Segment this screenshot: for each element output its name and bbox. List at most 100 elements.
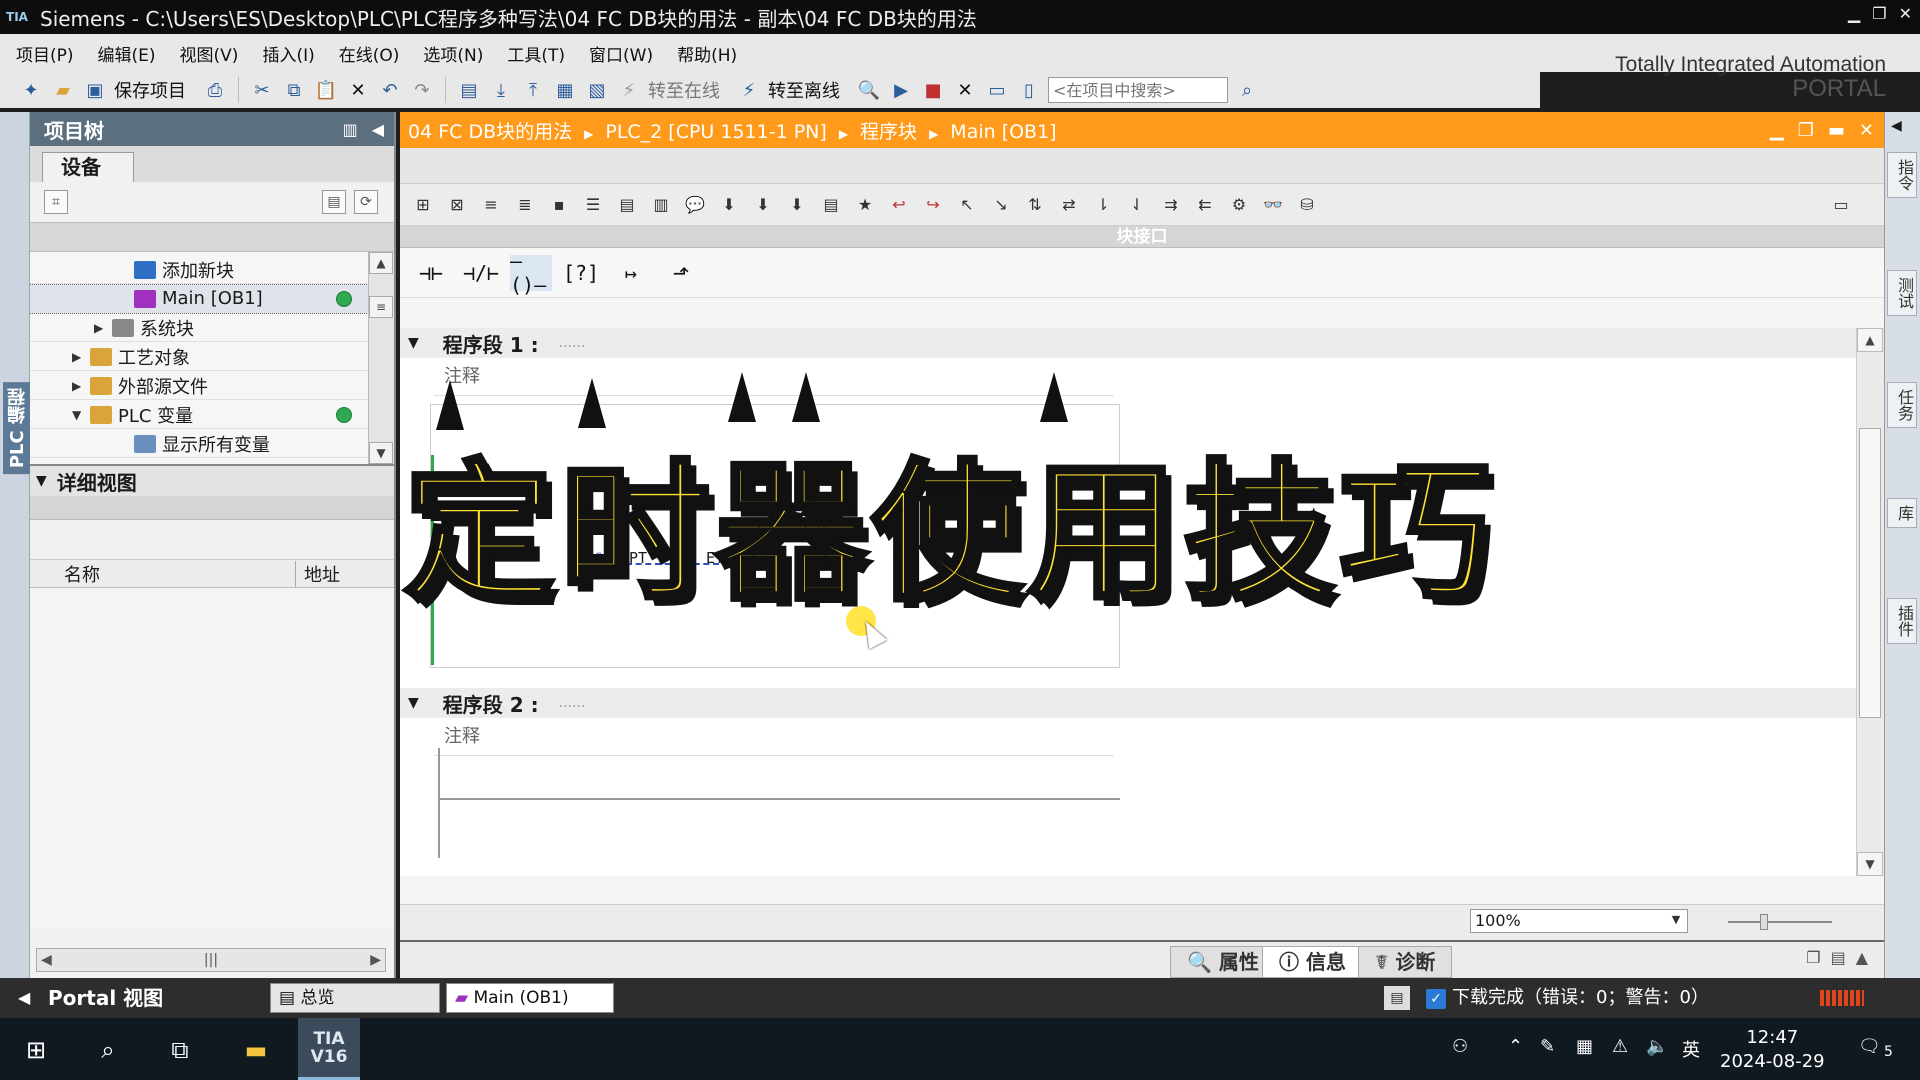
column-name[interactable]: 名称 (30, 560, 296, 587)
collapse-left-icon[interactable]: ◀ (372, 120, 384, 139)
restore-icon[interactable]: ❐ (1798, 120, 1814, 141)
breadcrumb-item[interactable]: 04 FC DB块的用法 (408, 121, 572, 143)
menu-item-1[interactable]: 编辑(E) (98, 41, 156, 66)
close-icon[interactable]: ✕ (1859, 120, 1874, 141)
show-instructions-icon[interactable]: ▤ (818, 192, 844, 218)
accessible-devices-icon[interactable]: 🔍 (856, 77, 882, 103)
tab-properties[interactable]: 🔍 属性 (1170, 946, 1276, 978)
delete-icon[interactable]: ✕ (345, 77, 371, 103)
task-card-tab-1[interactable]: 测试 (1887, 270, 1917, 316)
chevron-down-icon[interactable]: ▼ (36, 473, 47, 489)
refresh-tree-icon[interactable]: ⟳ (354, 190, 378, 214)
stop-cpu-icon[interactable]: ■ (920, 77, 946, 103)
download-icon[interactable]: ⤓ (488, 77, 514, 103)
task-card-tab-4[interactable]: 插件 (1887, 598, 1917, 644)
network-1-header[interactable]: ▼ 程序段 1 : ...... (400, 328, 1856, 358)
chevron-down-icon[interactable]: ▼ (408, 335, 419, 351)
zoom-slider[interactable] (1728, 914, 1832, 930)
absolute-operands-icon[interactable]: ▪ (546, 192, 572, 218)
scroll-down-icon[interactable]: ▼ (369, 442, 393, 464)
chevron-down-icon[interactable]: ▼ (1666, 910, 1686, 930)
monitor-on-off-icon[interactable]: ⇃ (1124, 192, 1150, 218)
chevron-down-icon[interactable]: ▼ (408, 695, 419, 711)
task-card-tab-0[interactable]: 指令 (1887, 152, 1917, 198)
cross-reference-icon[interactable]: ✕ (952, 77, 978, 103)
open-project-icon[interactable]: ▰ (50, 77, 76, 103)
wifi-warning-icon[interactable]: ⚠ (1612, 1036, 1628, 1057)
network-icon[interactable]: ▦ (1576, 1036, 1593, 1057)
tia-portal-taskbar-button[interactable]: TIA V16 (298, 1018, 360, 1080)
detail-hscrollbar[interactable]: ◀ ||| ▶ (36, 948, 386, 972)
network-2-header[interactable]: ▼ 程序段 2 : ...... (400, 688, 1856, 718)
start-cpu-icon[interactable]: ▶ (888, 77, 914, 103)
redo-icon[interactable]: ↷ (409, 77, 435, 103)
tree-scrollbar[interactable]: ▲ ≡ ▼ (368, 252, 394, 464)
tree-item[interactable]: 添加新块 (30, 256, 370, 284)
tree-item[interactable]: ▶ 外部源文件 (30, 372, 370, 400)
network-comments-icon[interactable]: 💬 (682, 192, 708, 218)
network-2-comment[interactable]: 注释 (434, 722, 1114, 756)
expand-arrow-icon[interactable]: ▶ (72, 350, 90, 364)
ime-indicator[interactable]: 英 (1682, 1036, 1700, 1062)
insert-network-icon[interactable]: ⊞ (410, 192, 436, 218)
collapse-right-icon[interactable]: ◀ (1891, 118, 1902, 134)
menu-item-2[interactable]: 视图(V) (180, 41, 239, 66)
close-icon[interactable]: ✕ (1899, 4, 1912, 23)
detail-view-header[interactable]: ▼ 详细视图 (30, 464, 394, 496)
system-clock[interactable]: 12:47 2024-08-29 (1720, 1026, 1825, 1074)
go-to-definition-icon[interactable]: ⇉ (1158, 192, 1184, 218)
close-all-networks-icon[interactable]: ▥ (648, 192, 674, 218)
open-branch-icon[interactable]: ↦ (610, 255, 652, 291)
open-all-networks-icon[interactable]: ▤ (614, 192, 640, 218)
breadcrumb-item[interactable]: 程序块 (860, 121, 917, 143)
network-2-rung[interactable] (440, 798, 1120, 800)
cut-icon[interactable]: ✂ (249, 77, 275, 103)
add-row-icon[interactable]: ≣ (512, 192, 538, 218)
networks-overview-icon[interactable]: ☰ (580, 192, 606, 218)
task-card-tab-2[interactable]: 任务 (1887, 382, 1917, 428)
chevron-up-icon[interactable]: ⌃ (1508, 1036, 1523, 1057)
plc-programming-tab[interactable]: PLC 编程 (3, 382, 33, 475)
go-offline-icon[interactable]: ⚡ (736, 77, 762, 103)
tree-item[interactable]: ▶ 工艺对象 (30, 343, 370, 371)
favorites-icon[interactable]: ⬇ (716, 192, 742, 218)
database-icon[interactable]: ⛁ (1294, 192, 1320, 218)
scroll-up-icon[interactable]: ▲ (369, 252, 393, 274)
download-status[interactable]: ✓ 下载完成（错误：0；警告：0） (1426, 978, 1709, 1018)
jump-icon[interactable]: ★ (852, 192, 878, 218)
new-project-icon[interactable]: ✦ (18, 77, 44, 103)
pen-icon[interactable]: ✎ (1540, 1036, 1555, 1057)
main-ob1-tab[interactable]: ▰ Main (OB1) (446, 983, 614, 1013)
open-branch-icon[interactable]: ⬇ (784, 192, 810, 218)
call-hierarchy-icon[interactable]: ⇇ (1192, 192, 1218, 218)
split-vertical-icon[interactable]: ▯ (1016, 77, 1042, 103)
compare-icon[interactable]: ⚙ (1226, 192, 1252, 218)
minimize-icon[interactable]: ▁ (1848, 4, 1860, 23)
breadcrumb-item[interactable]: Main [OB1] (950, 121, 1056, 143)
start-simulation-icon[interactable]: ▧ (584, 77, 610, 103)
zoom-select[interactable]: 100% (1470, 909, 1688, 933)
expand-arrow-icon[interactable]: ▶ (94, 321, 112, 335)
coil-icon[interactable]: –()– (510, 249, 552, 297)
menu-item-4[interactable]: 在线(O) (339, 41, 400, 66)
upload-icon[interactable]: ⤒ (520, 77, 546, 103)
editor-settings-icon[interactable]: ▭ (1828, 192, 1854, 218)
float-icon[interactable]: ❐ (1806, 948, 1820, 967)
menu-item-8[interactable]: 帮助(H) (677, 41, 737, 66)
save-project-button[interactable]: 保存项目 (114, 77, 186, 103)
glasses-monitoring-icon[interactable]: 👓 (1260, 192, 1286, 218)
menu-item-6[interactable]: 工具(T) (507, 41, 565, 66)
block-interface-splitter[interactable]: 块接口 (400, 226, 1884, 248)
paste-icon[interactable]: 📋 (313, 77, 339, 103)
minimize-icon[interactable]: ▁ (1770, 120, 1784, 141)
menu-item-7[interactable]: 窗口(W) (589, 41, 653, 66)
notification-icon[interactable]: 🗨 (1858, 1036, 1881, 1057)
scroll-thumb[interactable] (1859, 428, 1881, 718)
network-2-title-input[interactable]: ...... (559, 695, 586, 711)
scroll-thumb[interactable]: ≡ (369, 296, 393, 318)
tab-info[interactable]: ⓘ 信息 (1262, 946, 1363, 978)
tree-item[interactable]: 显示所有变量 (30, 430, 370, 458)
update-calls-icon[interactable]: ⇅ (1022, 192, 1048, 218)
column-address[interactable]: 地址 (296, 561, 340, 587)
split-icon[interactable]: ▤ (1831, 948, 1846, 967)
